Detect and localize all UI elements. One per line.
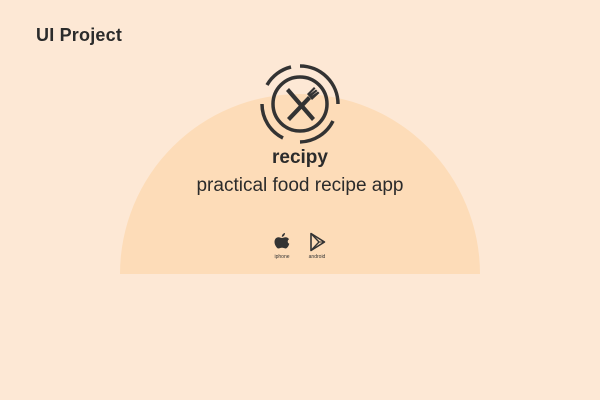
google-play-icon <box>310 232 326 252</box>
app-tagline: practical food recipe app <box>196 175 404 196</box>
fork-knife-crossed-icon <box>260 64 340 144</box>
iphone-download-link[interactable]: iphone <box>262 232 302 260</box>
apple-icon <box>274 233 290 249</box>
project-title: UI Project <box>36 25 123 45</box>
app-name: recipy <box>272 147 328 168</box>
android-download-link[interactable]: android <box>297 232 337 260</box>
canvas: UI Project recipy practical food recipe … <box>0 0 600 400</box>
android-label: android <box>308 254 326 260</box>
iphone-label: iphone <box>274 254 290 260</box>
